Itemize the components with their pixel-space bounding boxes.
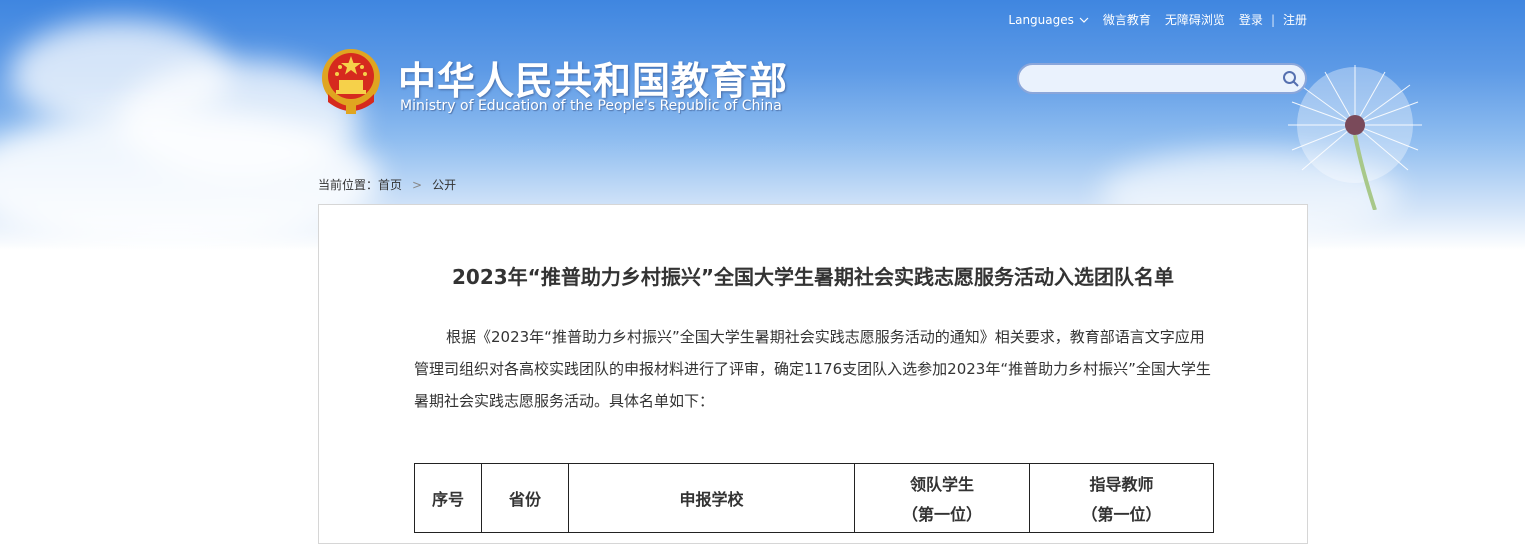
search-box bbox=[1017, 63, 1307, 94]
languages-menu[interactable]: Languages bbox=[1008, 12, 1089, 27]
header-leader-sub: （第一位） bbox=[901, 505, 982, 524]
languages-label: Languages bbox=[1008, 12, 1074, 27]
header-province: 省份 bbox=[481, 463, 569, 533]
header-leader-label: 领队学生 bbox=[909, 475, 974, 494]
header-school: 申报学校 bbox=[568, 463, 855, 533]
national-emblem-logo bbox=[322, 49, 380, 114]
accessibility-link[interactable]: 无障碍浏览 bbox=[1165, 11, 1225, 28]
header-leader: 领队学生 （第一位） bbox=[854, 463, 1030, 533]
divider: | bbox=[1270, 12, 1275, 27]
breadcrumb: 当前位置： 首页 > 公开 bbox=[318, 176, 456, 193]
top-links-bar: Languages 微言教育 无障碍浏览 登录 | 注册 bbox=[994, 11, 1307, 28]
chevron-down-icon bbox=[1079, 17, 1089, 23]
article-title: 2023年“推普助力乡村振兴”全国大学生暑期社会实践志愿服务活动入选团队名单 bbox=[452, 265, 1174, 289]
search-icon bbox=[1283, 70, 1299, 87]
site-title-cn: 中华人民共和国教育部 bbox=[398, 58, 789, 103]
breadcrumb-separator: > bbox=[412, 177, 423, 192]
header-teacher-label: 指导教师 bbox=[1089, 475, 1154, 494]
login-link[interactable]: 登录 bbox=[1239, 11, 1263, 28]
search-input[interactable] bbox=[1019, 65, 1277, 92]
search-button[interactable] bbox=[1277, 66, 1305, 92]
breadcrumb-home-link[interactable]: 首页 bbox=[378, 176, 402, 193]
article-paragraph: 根据《2023年“推普助力乡村振兴”全国大学生暑期社会实践志愿服务活动的通知》相… bbox=[414, 321, 1214, 417]
site-title-en: Ministry of Education of the People's Re… bbox=[400, 98, 782, 114]
header-teacher: 指导教师 （第一位） bbox=[1029, 463, 1214, 533]
weiyan-link[interactable]: 微言教育 bbox=[1103, 11, 1151, 28]
team-list-table: 序号 省份 申报学校 领队学生 （第一位） 指导教师 （第一位） bbox=[414, 463, 1214, 533]
breadcrumb-current-link[interactable]: 公开 bbox=[432, 176, 456, 193]
article-container: 2023年“推普助力乡村振兴”全国大学生暑期社会实践志愿服务活动入选团队名单 根… bbox=[318, 204, 1308, 544]
header-index: 序号 bbox=[414, 463, 482, 533]
register-link[interactable]: 注册 bbox=[1283, 11, 1307, 28]
table-header-row: 序号 省份 申报学校 领队学生 （第一位） 指导教师 （第一位） bbox=[414, 463, 1214, 533]
breadcrumb-prefix: 当前位置： bbox=[318, 178, 379, 192]
header-teacher-sub: （第一位） bbox=[1081, 505, 1162, 524]
article-paragraph-text: 根据《2023年“推普助力乡村振兴”全国大学生暑期社会实践志愿服务活动的通知》相… bbox=[414, 328, 1211, 410]
